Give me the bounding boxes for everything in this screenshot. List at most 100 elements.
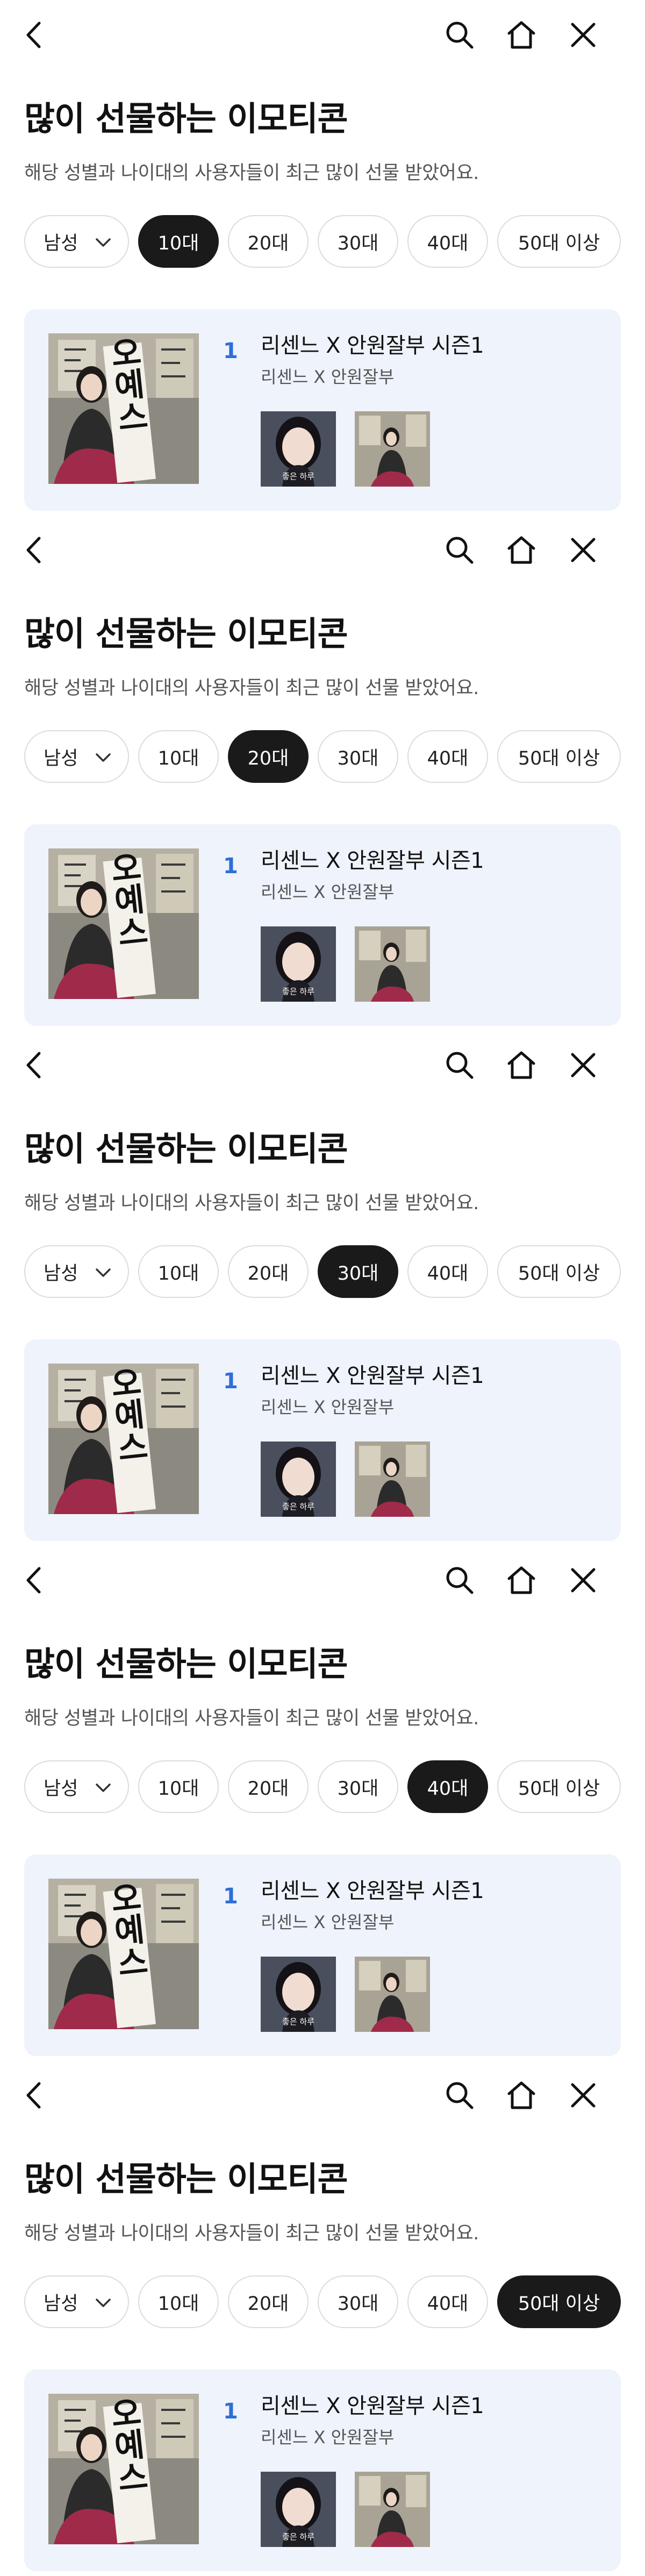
emoticon-card[interactable]: 오예스 1 리센느 X 안원잘부 시즌1 리센느 X 안원잘부 좋은 하루 bbox=[24, 309, 621, 511]
chevron-left-icon bbox=[26, 2082, 41, 2109]
age-chip[interactable]: 20대 bbox=[228, 215, 309, 268]
age-chip[interactable]: 40대 bbox=[407, 215, 488, 268]
ranking-screen: 많이 선물하는 이모티콘 해당 성별과 나이대의 사용자들이 최근 많이 선물 … bbox=[0, 2060, 645, 2575]
gender-select[interactable]: 남성 bbox=[24, 1760, 129, 1813]
home-icon bbox=[507, 1566, 535, 1594]
emoticon-thumbnail[interactable]: 오예스 bbox=[48, 1879, 199, 2029]
emoticon-preview[interactable] bbox=[355, 2472, 430, 2547]
emoticon-author: 리센느 X 안원잘부 bbox=[261, 1912, 395, 1932]
home-icon bbox=[507, 1051, 535, 1079]
age-chip[interactable]: 10대 bbox=[138, 215, 219, 268]
screenshot-stack: 많이 선물하는 이모티콘 해당 성별과 나이대의 사용자들이 최근 많이 선물 … bbox=[0, 0, 645, 2576]
age-chip-label: 40대 bbox=[427, 2293, 469, 2315]
home-button[interactable] bbox=[503, 1561, 540, 1599]
age-chip[interactable]: 10대 bbox=[138, 730, 219, 783]
search-button[interactable] bbox=[441, 1046, 478, 1084]
gender-select-label: 남성 bbox=[44, 2293, 78, 2315]
close-button[interactable] bbox=[564, 531, 602, 569]
emoticon-title[interactable]: 리센느 X 안원잘부 시즌1 bbox=[261, 335, 484, 356]
emoticon-preview[interactable] bbox=[355, 411, 430, 487]
home-icon bbox=[507, 21, 535, 49]
emoticon-thumbnail[interactable]: 오예스 bbox=[48, 333, 199, 484]
age-chip[interactable]: 40대 bbox=[407, 2275, 488, 2328]
age-chip-label: 20대 bbox=[247, 1778, 289, 1800]
emoticon-preview[interactable] bbox=[355, 926, 430, 1002]
back-button[interactable] bbox=[16, 531, 54, 569]
emoticon-preview[interactable]: 좋은 하루 bbox=[261, 2472, 336, 2547]
gender-select[interactable]: 남성 bbox=[24, 1245, 129, 1298]
home-button[interactable] bbox=[503, 2077, 540, 2114]
age-chip[interactable]: 10대 bbox=[138, 2275, 219, 2328]
emoticon-card[interactable]: 오예스 1 리센느 X 안원잘부 시즌1 리센느 X 안원잘부 좋은 하루 bbox=[24, 1339, 621, 1541]
emoticon-card[interactable]: 오예스 1 리센느 X 안원잘부 시즌1 리센느 X 안원잘부 좋은 하루 bbox=[24, 824, 621, 1026]
age-chip[interactable]: 40대 bbox=[407, 1245, 488, 1298]
age-chip-label: 10대 bbox=[157, 2293, 199, 2315]
close-button[interactable] bbox=[564, 2077, 602, 2114]
age-chip[interactable]: 30대 bbox=[318, 215, 398, 268]
age-chip[interactable]: 20대 bbox=[228, 1245, 309, 1298]
age-chip[interactable]: 20대 bbox=[228, 1760, 309, 1813]
home-button[interactable] bbox=[503, 1046, 540, 1084]
close-button[interactable] bbox=[564, 1561, 602, 1599]
emoticon-author: 리센느 X 안원잘부 bbox=[261, 1397, 395, 1417]
emoticon-title[interactable]: 리센느 X 안원잘부 시즌1 bbox=[261, 1880, 484, 1902]
chevron-down-icon bbox=[96, 2299, 111, 2307]
age-chip-label: 50대 이상 bbox=[518, 1262, 600, 1285]
age-chip[interactable]: 10대 bbox=[138, 1245, 219, 1298]
thumbnail-image: 오예스 bbox=[48, 1879, 199, 2029]
age-chip[interactable]: 30대 bbox=[318, 2275, 398, 2328]
emoticon-preview[interactable]: 좋은 하루 bbox=[261, 926, 336, 1002]
search-button[interactable] bbox=[441, 16, 478, 54]
emoticon-thumbnail[interactable]: 오예스 bbox=[48, 2394, 199, 2544]
age-chip[interactable]: 50대 이상 bbox=[497, 215, 621, 268]
age-chip[interactable]: 30대 bbox=[318, 730, 398, 783]
search-icon bbox=[446, 1567, 474, 1594]
age-chip[interactable]: 50대 이상 bbox=[497, 730, 621, 783]
age-chip[interactable]: 40대 bbox=[407, 1760, 488, 1813]
emoticon-title[interactable]: 리센느 X 안원잘부 시즌1 bbox=[261, 850, 484, 872]
emoticon-card[interactable]: 오예스 1 리센느 X 안원잘부 시즌1 리센느 X 안원잘부 좋은 하루 bbox=[24, 1854, 621, 2056]
age-chip[interactable]: 10대 bbox=[138, 1760, 219, 1813]
back-button[interactable] bbox=[16, 16, 54, 54]
age-chip[interactable]: 50대 이상 bbox=[497, 1245, 621, 1298]
sticker-image bbox=[355, 2472, 430, 2547]
close-button[interactable] bbox=[564, 1046, 602, 1084]
home-button[interactable] bbox=[503, 16, 540, 54]
age-chip[interactable]: 40대 bbox=[407, 730, 488, 783]
age-chip[interactable]: 30대 bbox=[318, 1245, 398, 1298]
home-button[interactable] bbox=[503, 531, 540, 569]
emoticon-thumbnail[interactable]: 오예스 bbox=[48, 1364, 199, 1514]
emoticon-title[interactable]: 리센느 X 안원잘부 시즌1 bbox=[261, 2395, 484, 2417]
emoticon-title[interactable]: 리센느 X 안원잘부 시즌1 bbox=[261, 1365, 484, 1387]
ranking-screen: 많이 선물하는 이모티콘 해당 성별과 나이대의 사용자들이 최근 많이 선물 … bbox=[0, 515, 645, 1030]
age-chip[interactable]: 30대 bbox=[318, 1760, 398, 1813]
gender-select[interactable]: 남성 bbox=[24, 215, 129, 268]
emoticon-preview[interactable] bbox=[355, 1442, 430, 1517]
sticker-image: 좋은 하루 bbox=[261, 926, 336, 1002]
age-chip[interactable]: 50대 이상 bbox=[497, 1760, 621, 1813]
search-button[interactable] bbox=[441, 1561, 478, 1599]
emoticon-card[interactable]: 오예스 1 리센느 X 안원잘부 시즌1 리센느 X 안원잘부 좋은 하루 bbox=[24, 2370, 621, 2571]
gender-select[interactable]: 남성 bbox=[24, 730, 129, 783]
search-button[interactable] bbox=[441, 2077, 478, 2114]
age-chip-label: 10대 bbox=[157, 1262, 199, 1285]
age-chip-label: 40대 bbox=[427, 232, 469, 254]
emoticon-author: 리센느 X 안원잘부 bbox=[261, 882, 395, 902]
emoticon-preview[interactable]: 좋은 하루 bbox=[261, 1957, 336, 2032]
close-button[interactable] bbox=[564, 16, 602, 54]
age-chip[interactable]: 20대 bbox=[228, 730, 309, 783]
search-button[interactable] bbox=[441, 531, 478, 569]
emoticon-preview[interactable]: 좋은 하루 bbox=[261, 1442, 336, 1517]
page-subtitle: 해당 성별과 나이대의 사용자들이 최근 많이 선물 받았어요. bbox=[24, 677, 479, 699]
back-button[interactable] bbox=[16, 1561, 54, 1599]
emoticon-thumbnail[interactable]: 오예스 bbox=[48, 848, 199, 999]
emoticon-preview[interactable] bbox=[355, 1957, 430, 2032]
gender-select[interactable]: 남성 bbox=[24, 2275, 129, 2328]
chevron-down-icon bbox=[96, 238, 111, 247]
age-chip[interactable]: 50대 이상 bbox=[497, 2275, 621, 2328]
emoticon-preview[interactable]: 좋은 하루 bbox=[261, 411, 336, 487]
age-chip[interactable]: 20대 bbox=[228, 2275, 309, 2328]
sticker-image bbox=[355, 411, 430, 487]
back-button[interactable] bbox=[16, 2077, 54, 2114]
back-button[interactable] bbox=[16, 1046, 54, 1084]
